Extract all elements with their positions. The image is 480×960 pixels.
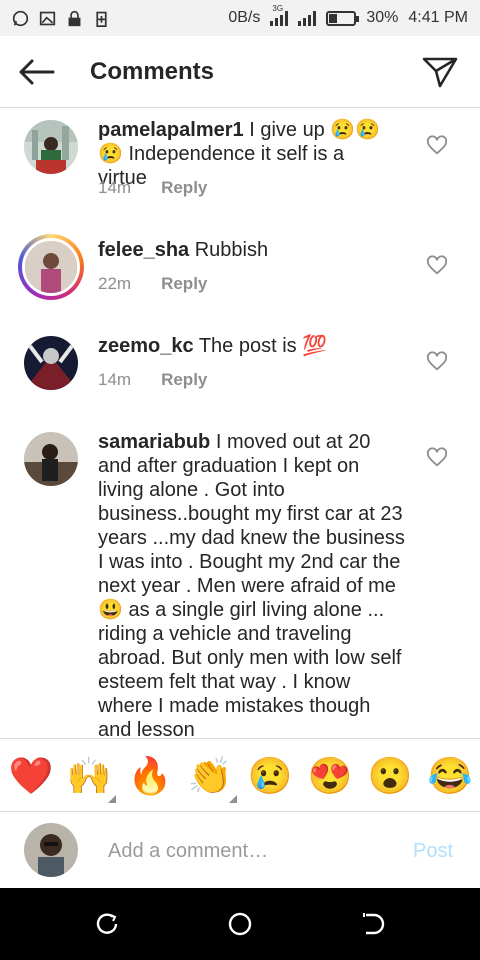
comment-username[interactable]: zeemo_kc <box>98 335 194 357</box>
raised-hands-emoji: 🙌 <box>66 755 112 796</box>
user-avatar <box>24 823 78 877</box>
comment-text: samariabub I moved out at 20 and after g… <box>98 430 406 738</box>
avatar[interactable] <box>24 336 78 390</box>
clock: 4:41 PM <box>408 9 468 26</box>
reaction-laughing[interactable]: 😂 <box>427 753 473 799</box>
heart-icon[interactable] <box>426 446 448 468</box>
avatar-story-ring[interactable] <box>18 234 84 300</box>
comment-username[interactable]: felee_sha <box>98 239 189 261</box>
comment-body: Rubbish <box>194 239 269 261</box>
image-icon <box>39 11 56 25</box>
reaction-fire[interactable]: 🔥 <box>127 753 173 799</box>
comment-list[interactable]: pamelapalmer1 I give up 😢😢😢 Independence… <box>0 108 480 738</box>
skin-tone-indicator <box>108 795 116 803</box>
net-speed: 0B/s <box>228 9 261 26</box>
battery-icon <box>326 10 360 26</box>
comment-username[interactable]: samariabub <box>98 431 210 453</box>
reaction-heart-eyes[interactable]: 😍 <box>307 753 353 799</box>
home-icon[interactable] <box>227 911 253 937</box>
reaction-heart[interactable]: ❤️ <box>8 753 54 799</box>
recent-apps-icon[interactable] <box>94 911 120 937</box>
back-button[interactable] <box>0 36 72 108</box>
heart-icon[interactable] <box>426 254 448 276</box>
signal-3g-icon: 3G <box>270 4 289 26</box>
reply-button[interactable]: Reply <box>161 274 207 294</box>
whatsapp-icon <box>12 10 29 26</box>
page-title: Comments <box>90 57 215 85</box>
comment-input[interactable] <box>108 834 378 868</box>
reply-button[interactable]: Reply <box>161 178 207 198</box>
comment-meta: 14m Reply <box>98 370 207 390</box>
status-bar: 0B/s 3G 30% 4:41 PM <box>0 0 480 36</box>
reaction-raised-hands[interactable]: 🙌 <box>66 753 116 803</box>
reaction-surprised[interactable]: 😮 <box>367 753 413 799</box>
comment-text: felee_sha Rubbish <box>98 238 398 262</box>
notification-icons <box>12 10 110 27</box>
quick-reaction-bar: ❤️ 🙌 🔥 👏 😢 😍 😮 😂 <box>0 738 480 812</box>
comment-time: 22m <box>98 274 132 293</box>
comment-body: I moved out at 20 and after graduation I… <box>98 431 405 738</box>
comment-username[interactable]: pamelapalmer1 <box>98 119 244 141</box>
battery-percent: 30% <box>366 9 399 26</box>
reaction-clapping[interactable]: 👏 <box>187 753 237 803</box>
comment-meta: 14m Reply <box>98 178 207 198</box>
comment-time: 14m <box>98 178 132 197</box>
lock-icon <box>68 10 81 26</box>
avatar[interactable] <box>24 120 78 174</box>
post-button[interactable]: Post <box>413 840 453 863</box>
clapping-emoji: 👏 <box>187 755 233 796</box>
avatar[interactable] <box>24 432 78 486</box>
header: Comments <box>0 36 480 108</box>
comment-body: The post is 💯 <box>198 335 328 357</box>
signal-icon <box>298 10 317 26</box>
back-nav-icon[interactable] <box>360 911 386 937</box>
heart-icon[interactable] <box>426 350 448 372</box>
share-button[interactable] <box>400 36 480 108</box>
network-type-label: 3G <box>272 4 284 13</box>
heart-icon[interactable] <box>426 134 448 156</box>
comment-time: 14m <box>98 370 132 389</box>
system-nav-bar <box>0 888 480 960</box>
skin-tone-indicator <box>229 795 237 803</box>
arrow-left-icon <box>19 59 55 84</box>
comment-meta: 22m Reply <box>98 274 207 294</box>
add-comment-bar: Post <box>0 812 480 888</box>
reply-button[interactable]: Reply <box>161 370 207 390</box>
paper-plane-icon <box>422 57 458 87</box>
battery-saver-icon <box>96 11 107 27</box>
reaction-crying[interactable]: 😢 <box>247 753 293 799</box>
comment-text: zeemo_kc The post is 💯 <box>98 334 398 358</box>
